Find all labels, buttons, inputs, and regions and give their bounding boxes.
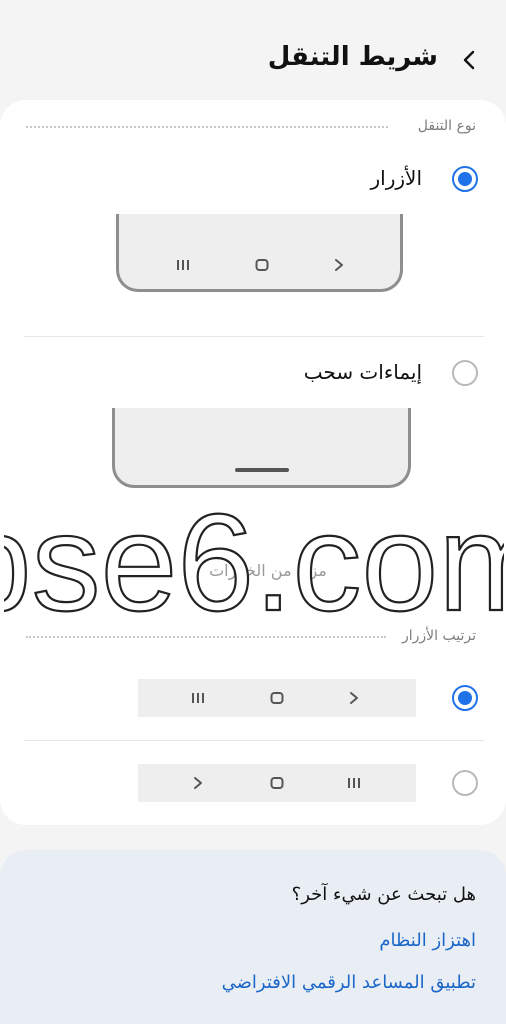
suggestions-question: هل تبحث عن شيء آخر؟ bbox=[291, 884, 476, 905]
recents-icon bbox=[192, 693, 204, 703]
watermark-logo: bse6.com bbox=[4, 494, 504, 634]
radio-buttons-option[interactable] bbox=[452, 166, 478, 192]
gestures-preview[interactable] bbox=[112, 408, 411, 488]
link-default-assistant-app[interactable]: تطبيق المساعد الرقمي الافتراضي bbox=[222, 972, 476, 993]
recents-icon bbox=[348, 778, 360, 788]
button-order-preview-2[interactable] bbox=[138, 764, 416, 802]
link-system-vibration[interactable]: اهتزاز النظام bbox=[379, 930, 476, 951]
recents-icon bbox=[177, 260, 189, 270]
back-icon bbox=[335, 259, 343, 271]
button-order-preview-1[interactable] bbox=[138, 679, 416, 717]
home-icon bbox=[270, 777, 284, 789]
back-icon bbox=[194, 777, 202, 789]
radio-order-option-2[interactable] bbox=[452, 770, 478, 796]
radio-order-option-1[interactable] bbox=[452, 685, 478, 711]
option-label-gestures[interactable]: إيماءات سحب bbox=[304, 360, 422, 384]
page-title: شريط التنقل bbox=[267, 42, 438, 72]
svg-text:bse6.com: bse6.com bbox=[4, 494, 504, 634]
section-divider bbox=[26, 636, 386, 638]
home-icon bbox=[270, 692, 284, 704]
chevron-left-icon bbox=[463, 50, 475, 70]
option-divider bbox=[24, 336, 484, 337]
option-divider bbox=[24, 740, 484, 741]
option-label-buttons[interactable]: الأزرار bbox=[371, 166, 423, 190]
radio-gestures-option[interactable] bbox=[452, 360, 478, 386]
header: شريط التنقل bbox=[0, 0, 506, 110]
back-icon bbox=[350, 692, 358, 704]
gesture-handle bbox=[235, 468, 289, 472]
home-icon bbox=[255, 259, 269, 271]
back-button[interactable] bbox=[454, 44, 486, 76]
section-label-nav-type: نوع التنقل bbox=[417, 118, 476, 134]
section-label-button-order: ترتيب الأزرار bbox=[402, 628, 476, 644]
buttons-preview[interactable] bbox=[116, 214, 403, 292]
section-divider bbox=[26, 126, 388, 128]
